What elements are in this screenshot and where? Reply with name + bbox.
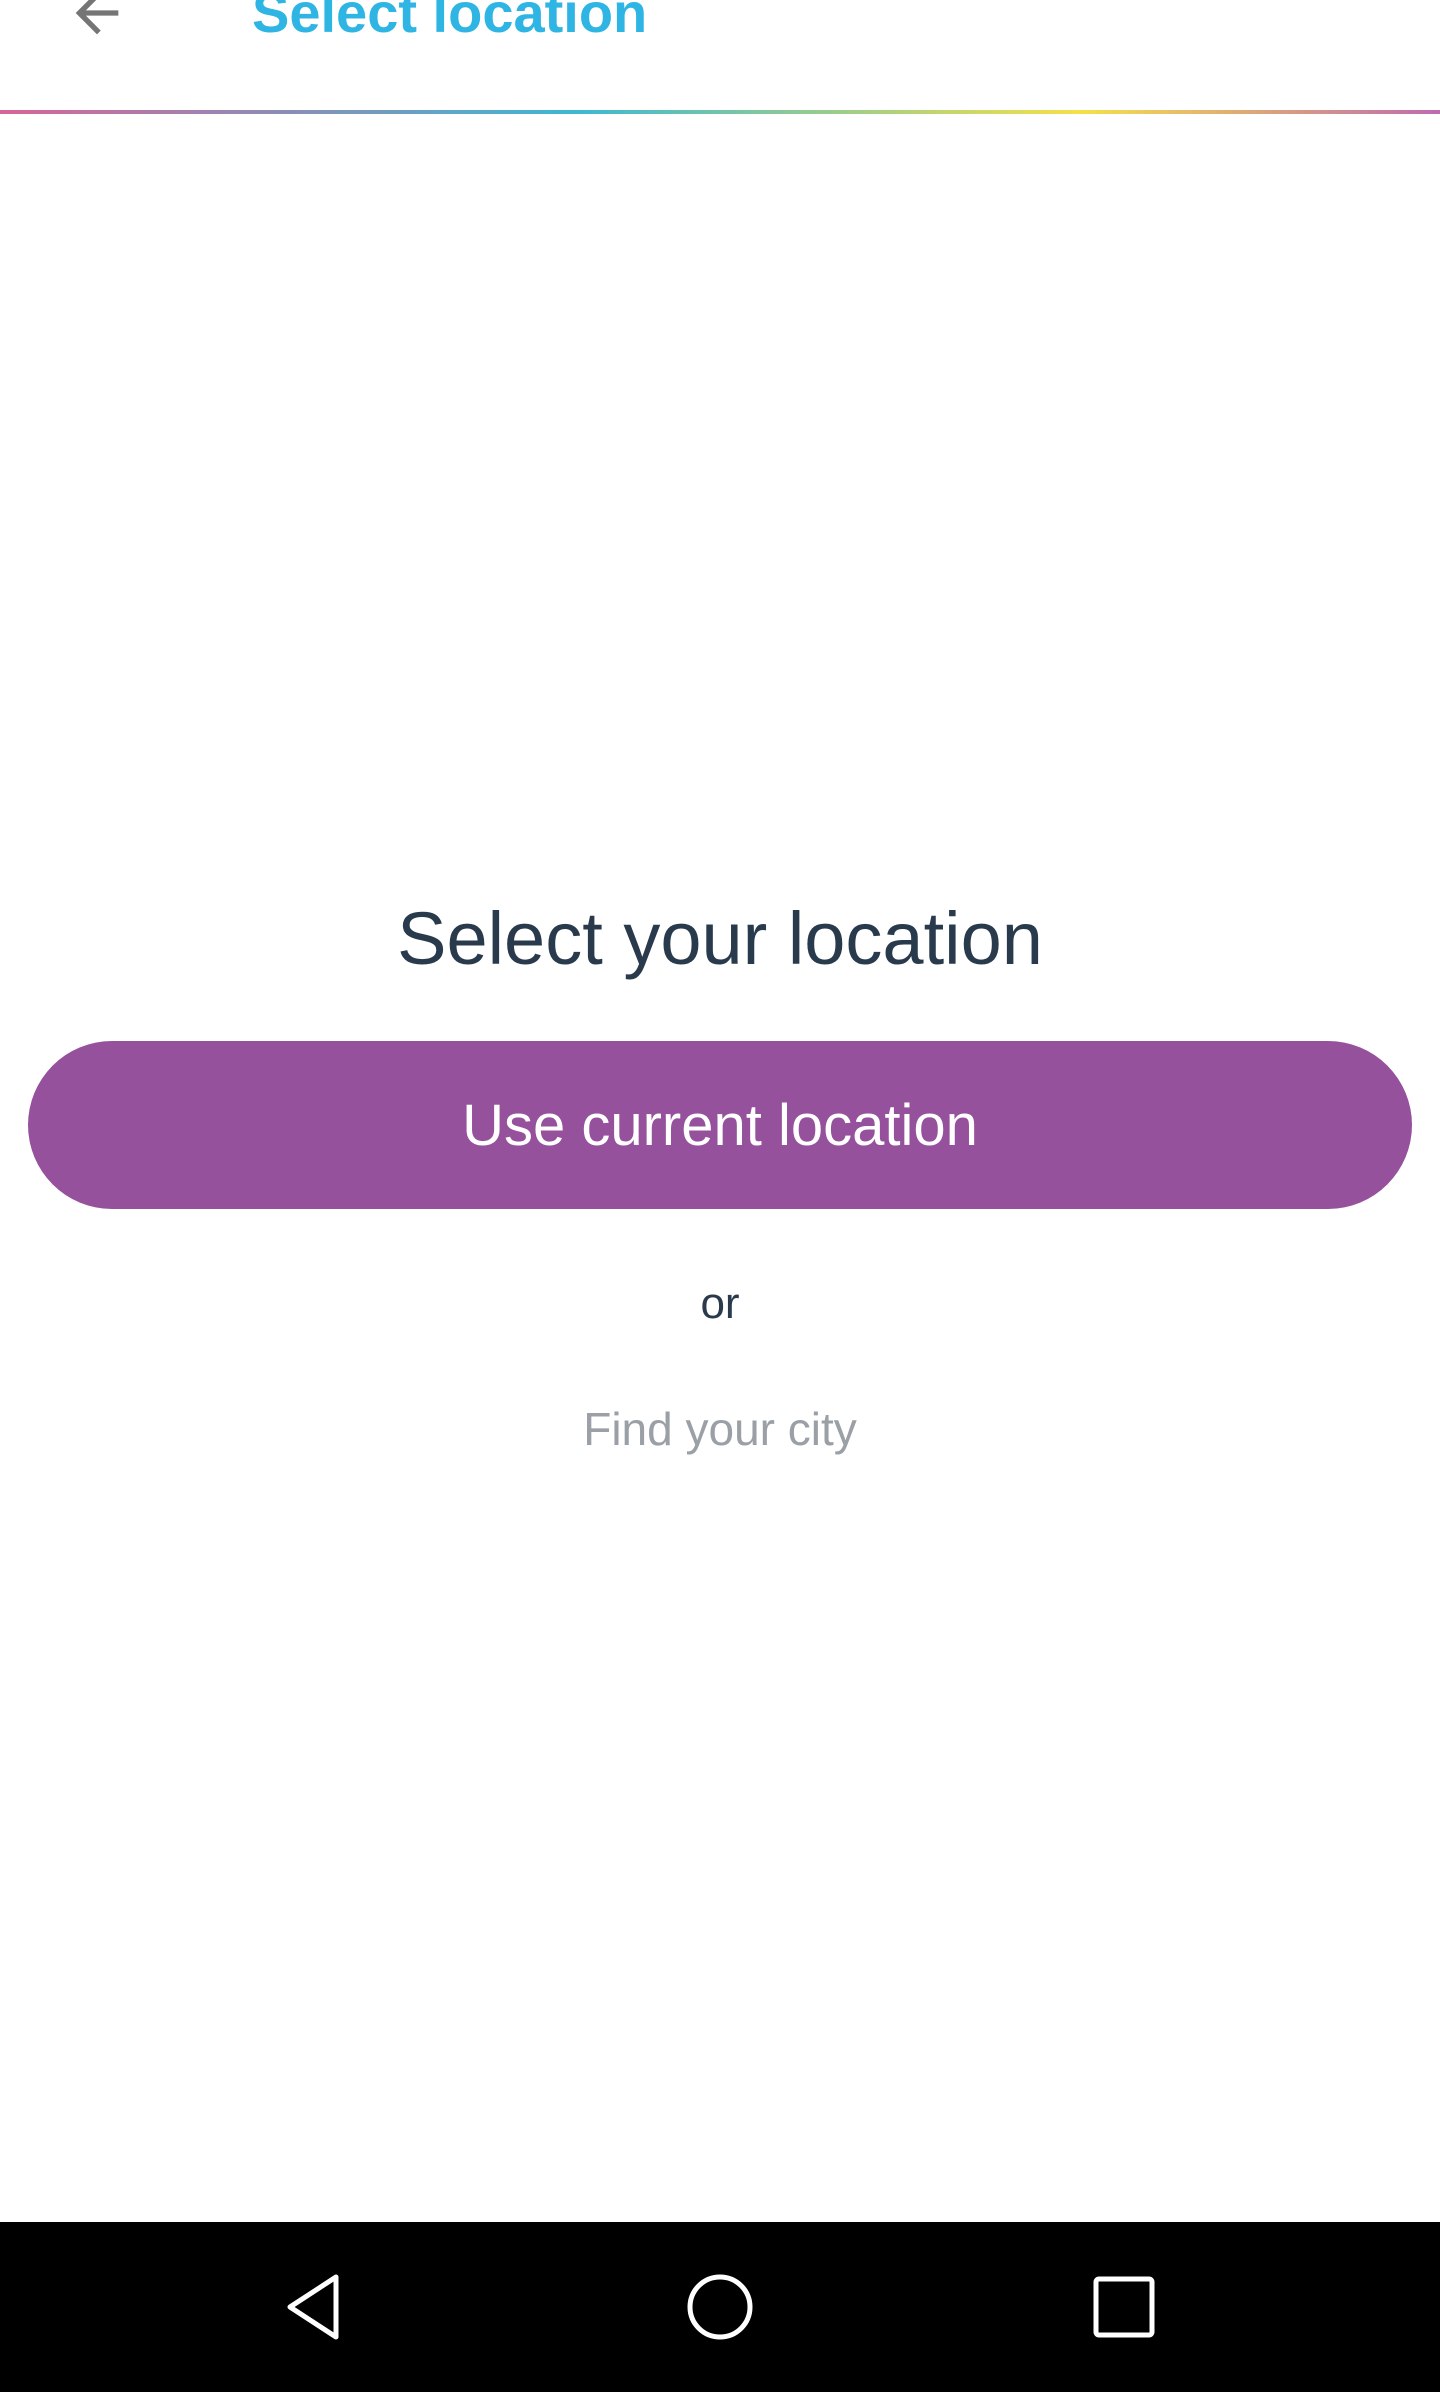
select-location-heading: Select your location bbox=[397, 897, 1043, 980]
find-your-city-label: Find your city bbox=[583, 1403, 857, 1455]
or-separator: or bbox=[700, 1279, 740, 1328]
main-content: Select your location Use current locatio… bbox=[0, 114, 1440, 2222]
back-button[interactable] bbox=[52, 0, 142, 48]
nav-back-icon bbox=[287, 2274, 339, 2340]
nav-home-icon bbox=[687, 2274, 753, 2340]
app-bar: Select location bbox=[0, 0, 1440, 110]
nav-back-button[interactable] bbox=[256, 2257, 376, 2357]
use-current-location-label: Use current location bbox=[462, 1092, 978, 1158]
page-title: Select location bbox=[252, 0, 648, 44]
nav-recents-button[interactable] bbox=[1064, 2257, 1184, 2357]
find-your-city-link[interactable]: Find your city bbox=[520, 1384, 920, 1474]
system-nav-bar bbox=[0, 2222, 1440, 2392]
use-current-location-button[interactable]: Use current location bbox=[28, 1041, 1412, 1209]
arrow-left-icon bbox=[75, 0, 119, 35]
nav-recents-icon bbox=[1093, 2276, 1155, 2338]
nav-home-button[interactable] bbox=[660, 2257, 780, 2357]
